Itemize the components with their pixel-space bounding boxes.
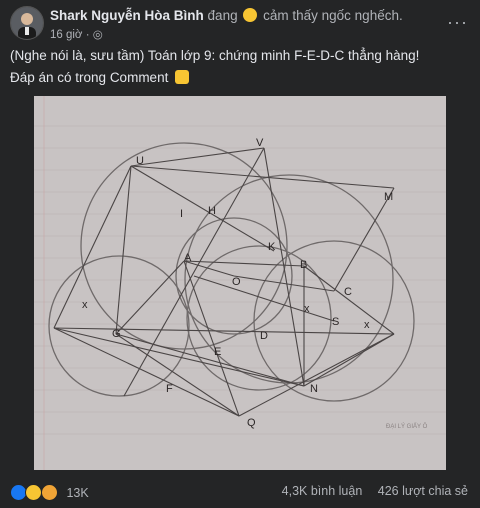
geometry-sketch: U V M I H K A O B C S D G E F N Q x x x (34, 96, 446, 470)
engagement-stats: 4,3K bình luận 426 lượt chia sẻ (270, 484, 468, 498)
label-s: S (332, 316, 339, 328)
post-header: Shark Nguyễn Hòa Bình đang cảm thấy ngốc… (10, 6, 470, 41)
separator-dot: · (85, 29, 90, 41)
sad-reaction-icon (40, 484, 58, 501)
label-u: U (136, 155, 144, 167)
feeling-prefix: đang (207, 8, 238, 23)
post-photo[interactable]: U V M I H K A O B C S D G E F N Q x x x (34, 96, 446, 470)
author-name[interactable]: Shark Nguyễn Hòa Bình (50, 8, 204, 23)
post-footer: 13K 4,3K bình luận 426 lượt chia sẻ (10, 482, 470, 504)
label-o: O (232, 276, 241, 288)
mark-x-3: x (364, 319, 370, 331)
label-c: C (344, 286, 352, 298)
post-meta: 16 giờ · ◎ (50, 27, 103, 41)
mark-x-2: x (304, 303, 310, 315)
author-avatar[interactable] (10, 6, 44, 40)
globe-icon: ◎ (92, 29, 103, 41)
label-i: I (180, 208, 183, 220)
post-text-line-1: (Nghe nói là, sưu tầm) Toán lớp 9: chứng… (10, 48, 420, 63)
silly-face-emoji-icon (243, 8, 258, 22)
paper-watermark: ĐẠI LÝ GIẤY Ô (386, 423, 428, 430)
author-line: Shark Nguyễn Hòa Bình đang cảm thấy ngốc… (50, 8, 403, 23)
label-k: K (268, 241, 276, 253)
reactions-summary[interactable]: 13K (10, 484, 89, 501)
more-options-icon[interactable]: ··· (447, 12, 468, 33)
label-v: V (256, 137, 264, 149)
label-g: G (112, 328, 121, 340)
label-f: F (166, 383, 173, 395)
comments-count[interactable]: 4,3K bình luận (282, 484, 363, 498)
feeling-text: cảm thấy ngốc nghếch. (263, 8, 403, 23)
post-text: (Nghe nói là, sưu tầm) Toán lớp 9: chứng… (10, 45, 419, 89)
label-a: A (184, 252, 192, 264)
label-d: D (260, 330, 268, 342)
like-reaction-icon (10, 484, 27, 501)
shares-count[interactable]: 426 lượt chia sẻ (378, 484, 468, 498)
label-q: Q (247, 417, 256, 429)
mark-x-1: x (82, 299, 88, 311)
label-b: B (300, 259, 307, 271)
post-text-line-2: Đáp án có trong Comment (10, 70, 169, 85)
post-timestamp[interactable]: 16 giờ (50, 29, 82, 41)
label-e: E (214, 346, 221, 358)
label-h: H (208, 205, 216, 217)
haha-reaction-icon (25, 484, 43, 501)
reactions-count: 13K (66, 485, 89, 500)
label-n: N (310, 383, 318, 395)
pointing-down-hand-icon (175, 70, 190, 84)
label-m: M (384, 191, 393, 203)
post-text-line-2-wrap: Đáp án có trong Comment (10, 67, 419, 89)
